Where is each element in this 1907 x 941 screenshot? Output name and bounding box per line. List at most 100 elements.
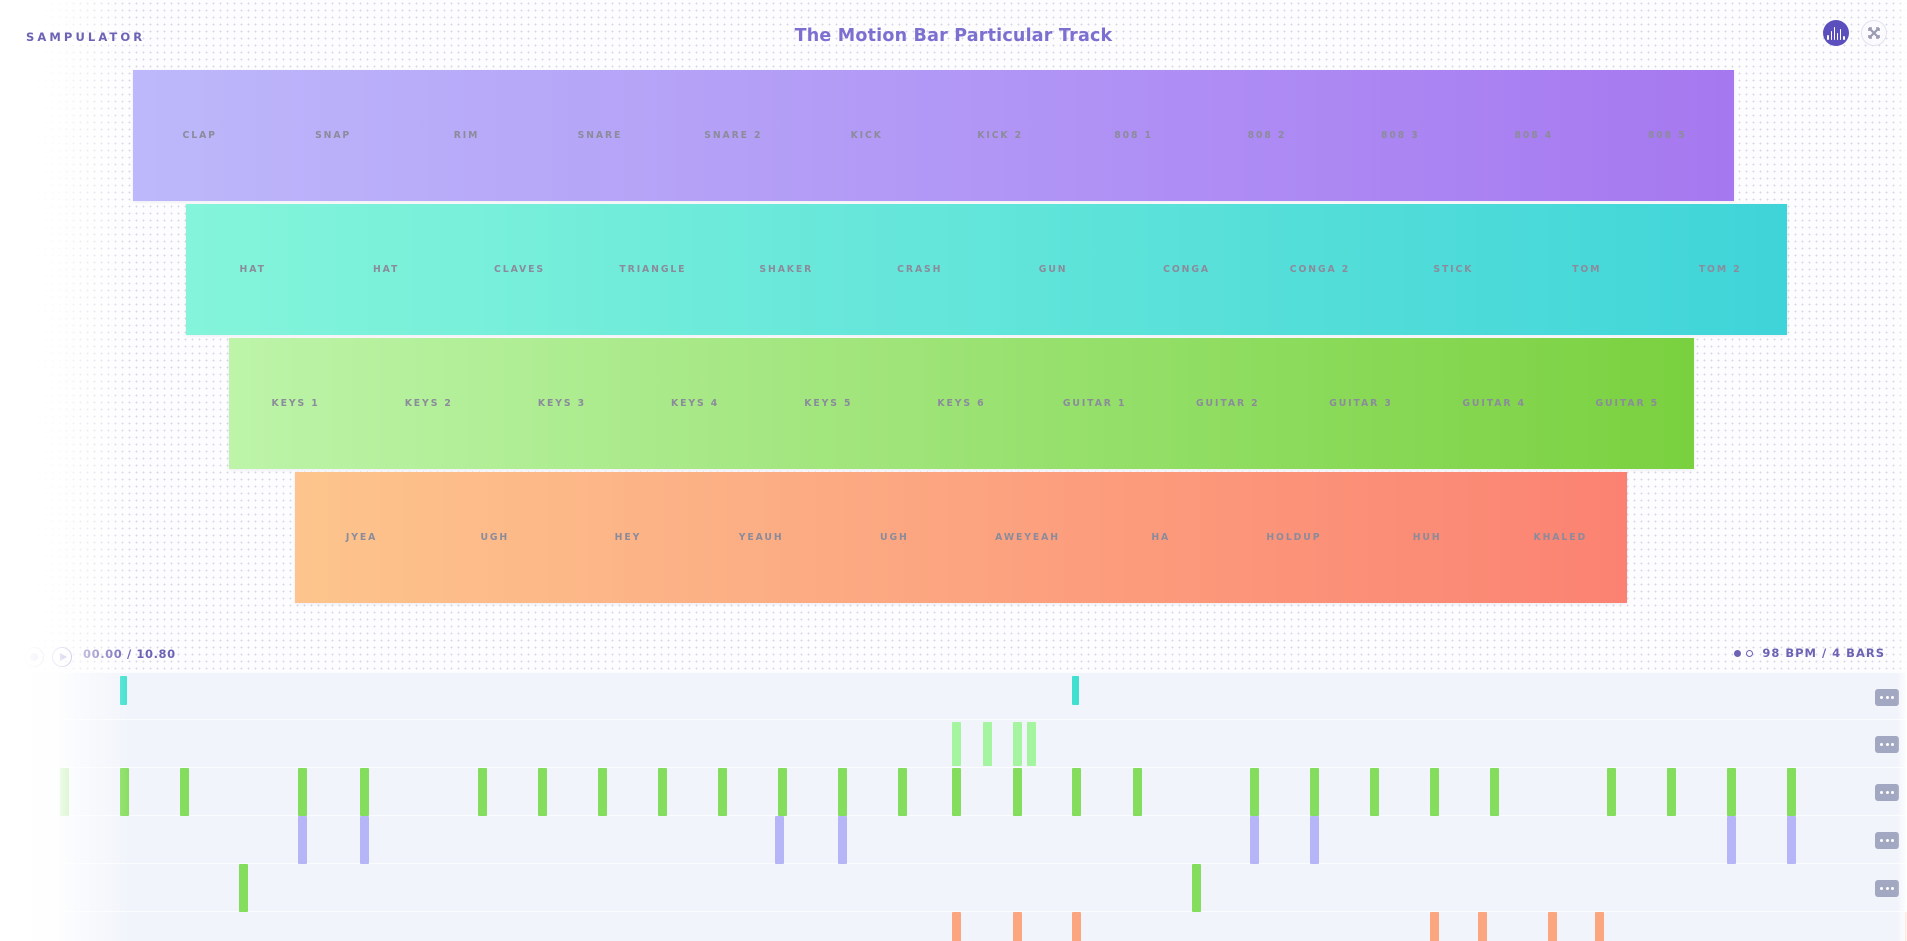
sample-pad[interactable]: KEYS 6 — [894, 338, 1029, 469]
sample-pad[interactable]: AWEYEAH — [960, 472, 1095, 603]
lane-melodic-light[interactable] — [0, 720, 1907, 768]
lane-options-menu-button[interactable] — [1875, 736, 1899, 753]
sample-pad[interactable]: CRASH — [853, 204, 987, 335]
sample-pad[interactable]: 808 3 — [1333, 70, 1468, 201]
sequencer-note[interactable] — [1595, 912, 1604, 941]
sample-pad[interactable]: CLAP — [133, 70, 267, 201]
sequencer-note[interactable] — [1727, 816, 1736, 864]
sequencer-note[interactable] — [838, 768, 847, 816]
sequencer-note[interactable] — [1430, 912, 1439, 941]
sequencer-note[interactable] — [478, 768, 487, 816]
sample-pad[interactable]: TRIANGLE — [586, 204, 720, 335]
sequencer-note[interactable] — [1072, 768, 1081, 816]
lane-options-menu-button[interactable] — [1875, 832, 1899, 849]
sequencer-note[interactable] — [838, 816, 847, 864]
sample-pad[interactable]: GUN — [986, 204, 1120, 335]
sequencer-note[interactable] — [983, 722, 992, 766]
sample-pad[interactable]: SHAKER — [719, 204, 854, 335]
sample-pad[interactable]: KHALED — [1493, 472, 1627, 603]
sequencer-note[interactable] — [239, 864, 248, 912]
sample-pad[interactable]: GUITAR 1 — [1028, 338, 1162, 469]
sequencer-note[interactable] — [360, 768, 369, 816]
sequencer-note[interactable] — [1727, 768, 1736, 816]
lane-options-menu-button[interactable] — [1875, 689, 1899, 706]
sample-pad[interactable]: UGH — [428, 472, 562, 603]
sequencer-note[interactable] — [1548, 912, 1557, 941]
tempo-display[interactable]: 98 BPM / 4 BARS — [1734, 646, 1885, 660]
sample-pad[interactable]: SNAP — [266, 70, 400, 201]
sample-pad[interactable]: KEYS 2 — [362, 338, 496, 469]
sequencer-note[interactable] — [778, 768, 787, 816]
sample-pad[interactable]: GUITAR 5 — [1560, 338, 1694, 469]
sequencer-note[interactable] — [1370, 768, 1379, 816]
sequencer-note[interactable] — [952, 768, 961, 816]
sequencer-note[interactable] — [1250, 816, 1259, 864]
lane-melodic[interactable] — [0, 768, 1907, 816]
sequencer-note[interactable] — [718, 768, 727, 816]
sequencer-note[interactable] — [1310, 768, 1319, 816]
sequencer-note[interactable] — [360, 816, 369, 864]
audio-wave-icon[interactable] — [1823, 20, 1849, 46]
sample-pad[interactable]: 808 5 — [1600, 70, 1734, 201]
sample-pad[interactable]: CONGA — [1119, 204, 1254, 335]
sequencer-note[interactable] — [658, 768, 667, 816]
sample-pad[interactable]: CLAVES — [452, 204, 587, 335]
sequencer-note[interactable] — [298, 816, 307, 864]
sequencer-note[interactable] — [120, 676, 127, 705]
sample-pad[interactable]: KEYS 1 — [229, 338, 363, 469]
sample-pad[interactable]: 808 1 — [1066, 70, 1201, 201]
sequencer-note[interactable] — [120, 768, 129, 816]
sample-pad[interactable]: KICK — [800, 70, 934, 201]
sample-pad[interactable]: YEAUH — [694, 472, 828, 603]
sequencer-note[interactable] — [1013, 722, 1022, 766]
sequencer-note[interactable] — [1250, 768, 1259, 816]
sample-pad[interactable]: CONGA 2 — [1253, 204, 1387, 335]
sample-pad[interactable]: SNARE — [533, 70, 667, 201]
shuffle-icon[interactable] — [1861, 20, 1887, 46]
sample-pad[interactable]: KEYS 5 — [761, 338, 895, 469]
sample-pad[interactable]: HAT — [319, 204, 453, 335]
play-button[interactable] — [52, 647, 72, 667]
sample-pad[interactable]: HA — [1094, 472, 1228, 603]
sample-pad[interactable]: GUITAR 3 — [1294, 338, 1428, 469]
sample-pad[interactable]: 808 4 — [1467, 70, 1601, 201]
sample-pad[interactable]: RIM — [399, 70, 534, 201]
lane-vocals-a[interactable] — [0, 864, 1907, 912]
lane-options-menu-button[interactable] — [1875, 880, 1899, 897]
sequencer-note[interactable] — [1310, 816, 1319, 864]
record-button[interactable] — [24, 647, 44, 667]
sequencer-note[interactable] — [952, 912, 961, 941]
sequencer-note[interactable] — [1013, 912, 1022, 941]
lane-drums[interactable] — [0, 816, 1907, 864]
sequencer-note[interactable] — [60, 768, 69, 816]
sequencer-note[interactable] — [1013, 768, 1022, 816]
sample-pad[interactable]: STICK — [1386, 204, 1521, 335]
sequencer-note[interactable] — [1072, 676, 1079, 705]
sequencer-note[interactable] — [1072, 912, 1081, 941]
sample-pad[interactable]: KICK 2 — [933, 70, 1067, 201]
sequencer-note[interactable] — [1667, 768, 1676, 816]
sequencer-note[interactable] — [1430, 768, 1439, 816]
sequencer-note[interactable] — [1607, 768, 1616, 816]
sequencer-note[interactable] — [1490, 768, 1499, 816]
sequencer-note[interactable] — [1192, 864, 1201, 912]
sample-pad[interactable]: 808 2 — [1200, 70, 1334, 201]
sequencer-note[interactable] — [0, 768, 9, 816]
sequencer-note[interactable] — [952, 722, 961, 766]
sample-pad[interactable]: TOM — [1520, 204, 1654, 335]
lane-options-menu-button[interactable] — [1875, 784, 1899, 801]
sample-pad[interactable]: GUITAR 4 — [1427, 338, 1561, 469]
sample-pad[interactable]: GUITAR 2 — [1161, 338, 1295, 469]
sequencer-note[interactable] — [1027, 722, 1036, 766]
sequencer-note[interactable] — [1133, 768, 1142, 816]
sequencer-note[interactable] — [180, 768, 189, 816]
sequencer-note[interactable] — [1478, 912, 1487, 941]
sample-pad[interactable]: UGH — [827, 472, 961, 603]
lane-percussion[interactable] — [0, 672, 1907, 720]
sequencer-note[interactable] — [1787, 768, 1796, 816]
sample-pad[interactable]: HAT — [186, 204, 320, 335]
sample-pad[interactable]: SNARE 2 — [666, 70, 801, 201]
sequencer-note[interactable] — [538, 768, 547, 816]
sample-pad[interactable]: KEYS 4 — [628, 338, 762, 469]
sequencer-note[interactable] — [898, 768, 907, 816]
